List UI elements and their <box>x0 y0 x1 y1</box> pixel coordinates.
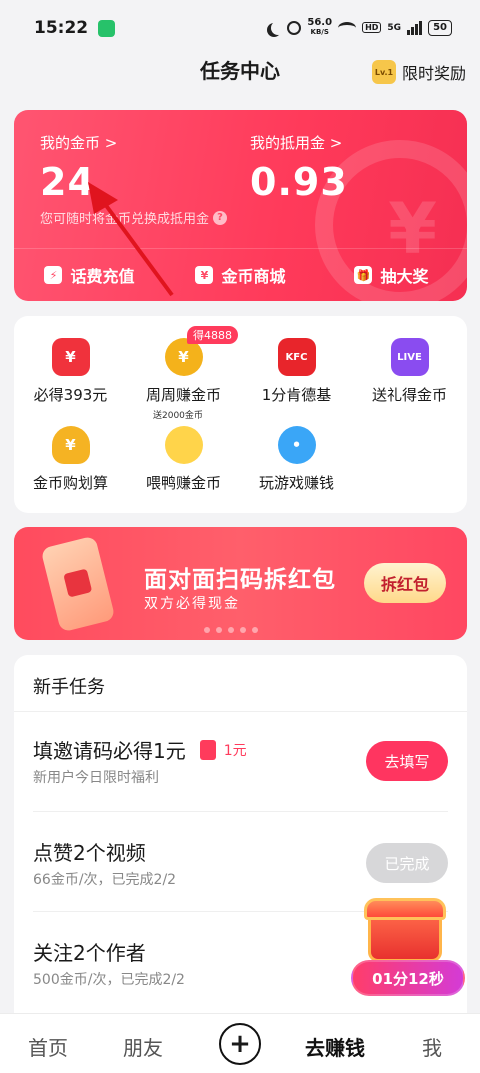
divider <box>14 711 467 712</box>
phone-illustration-icon <box>40 535 116 633</box>
nav-home[interactable]: 首页 <box>28 1032 68 1061</box>
grid-item-label: 必得393元 <box>33 386 108 404</box>
signal-icon <box>407 20 423 35</box>
grid-badge: 送2000金币 <box>153 411 203 421</box>
coin-actions: ⚡ 话费充值 ¥ 金币商城 🎁 抽大奖 <box>14 248 467 301</box>
grid-item-label: 玩游戏赚钱 <box>258 474 334 492</box>
grid-item-gift-coins[interactable]: LIVE 送礼得金币 <box>353 338 466 405</box>
grid-item-label: 送礼得金币 <box>371 386 447 404</box>
lucky-draw-button[interactable]: 🎁 抽大奖 <box>316 263 467 287</box>
grid-item-weekly-coins[interactable]: ¥ 得4888 周周赚金币 <box>127 326 240 405</box>
limited-reward-label: 限时奖励 <box>401 64 466 83</box>
status-bar: 15:22 56.0 KB/S HD 5G 50 <box>0 0 480 56</box>
my-coins-link[interactable]: 我的金币 > <box>40 132 117 153</box>
nav-earn-money[interactable]: 去赚钱 <box>305 1032 365 1061</box>
open-red-packet-button[interactable]: 拆红包 <box>364 563 446 603</box>
task-invite-code: 填邀请码必得1元 1元 新用户今日限时福利 去填写 <box>33 735 448 835</box>
grid-item-label: 周周赚金币 <box>145 386 221 404</box>
help-icon[interactable]: ? <box>213 210 228 225</box>
network-speed: 56.0 KB/S <box>307 17 333 37</box>
nav-me[interactable]: 我 <box>422 1032 442 1061</box>
message-app-icon <box>98 19 116 37</box>
money-bag-icon: ¥ <box>51 426 90 464</box>
bottom-nav: 首页 朋友 + 去赚钱 我 <box>0 1013 480 1073</box>
feature-grid: ¥ 必得393元 ¥ 得4888 周周赚金币 KFC 1分肯德基 LIVE 送礼… <box>14 316 467 513</box>
grid-item-coin-bargain[interactable]: ¥ 金币购划算 <box>14 426 127 493</box>
alarm-icon <box>287 20 302 35</box>
task-title: 关注2个作者 <box>33 941 146 965</box>
task-reward: 1元 <box>223 742 247 759</box>
ticket-icon: ¥ <box>195 266 214 284</box>
coin-hint-text: 您可随时将金币兑换成抵用金 <box>40 212 210 227</box>
grid-item-label: 喂鸭赚金币 <box>145 474 221 492</box>
kfc-icon: KFC <box>277 338 316 376</box>
grid-item-guaranteed-393[interactable]: ¥ 必得393元 <box>14 338 127 405</box>
treasure-chest-icon[interactable] <box>358 898 458 968</box>
divider <box>33 811 448 812</box>
level-badge-icon: Lv.1 <box>371 60 396 84</box>
live-icon: LIVE <box>390 338 429 376</box>
limited-reward-button[interactable]: Lv.1 限时奖励 <box>371 60 466 84</box>
coin-mall-label: 金币商城 <box>221 267 286 286</box>
my-coins-value[interactable]: 24 <box>40 160 95 204</box>
status-time: 15:22 <box>34 18 89 38</box>
do-not-disturb-icon <box>271 21 285 35</box>
grid-item-play-games[interactable]: • 玩游戏赚钱 <box>240 426 353 493</box>
header: 任务中心 Lv.1 限时奖励 <box>0 56 480 112</box>
chest-countdown-timer[interactable]: 01分12秒 <box>351 960 465 996</box>
fill-invite-code-button[interactable]: 去填写 <box>366 741 448 781</box>
coin-hint: 您可随时将金币兑换成抵用金 ? <box>40 208 228 227</box>
network-type: 5G <box>387 22 402 33</box>
status-indicators: 56.0 KB/S HD 5G 50 <box>267 18 452 37</box>
coin-card: ¥ 我的金币 > 24 我的抵用金 > 0.93 您可随时将金币兑换成抵用金 ?… <box>14 110 467 301</box>
task-title: 填邀请码必得1元 1元 <box>33 735 247 764</box>
wifi-icon <box>338 21 357 34</box>
red-packet-icon <box>199 739 216 760</box>
task-subtitle: 新用户今日限时福利 <box>33 770 159 786</box>
grid-item-label: 金币购划算 <box>32 474 108 492</box>
lightning-icon: ⚡ <box>44 266 63 284</box>
tasks-section-title: 新手任务 <box>33 677 105 698</box>
grid-item-feed-duck[interactable]: 送2000金币 喂鸭赚金币 <box>127 411 240 493</box>
coin-mall-button[interactable]: ¥ 金币商城 <box>165 263 316 287</box>
create-plus-button[interactable]: + <box>219 1023 261 1065</box>
nav-friends[interactable]: 朋友 <box>123 1032 163 1061</box>
duck-icon <box>164 426 203 464</box>
task-subtitle: 66金币/次，已完成2/2 <box>33 872 177 888</box>
grid-item-kfc[interactable]: KFC 1分肯德基 <box>240 338 353 405</box>
grid-item-label: 1分肯德基 <box>261 386 332 404</box>
phone-recharge-button[interactable]: ⚡ 话费充值 <box>14 263 165 287</box>
banner-subtitle: 双方必得现金 <box>144 596 240 612</box>
red-envelope-icon: ¥ <box>51 338 90 376</box>
gift-icon: 🎁 <box>354 266 373 284</box>
grid-badge: 得4888 <box>187 326 238 344</box>
hd-icon: HD <box>362 22 382 33</box>
scan-red-packet-banner[interactable]: 面对面扫码拆红包 双方必得现金 拆红包 <box>14 527 467 640</box>
phone-recharge-label: 话费充值 <box>70 267 135 286</box>
carousel-indicator <box>204 627 258 633</box>
lucky-draw-label: 抽大奖 <box>380 267 429 286</box>
red-packet-icon <box>63 568 93 598</box>
task-title: 点赞2个视频 <box>33 841 146 865</box>
banner-title: 面对面扫码拆红包 <box>144 567 336 593</box>
battery-icon: 50 <box>428 19 452 36</box>
task-completed-button[interactable]: 已完成 <box>366 843 448 883</box>
my-deduction-link[interactable]: 我的抵用金 > <box>250 132 342 153</box>
my-deduction-value[interactable]: 0.93 <box>250 160 348 204</box>
game-controller-icon: • <box>277 426 316 464</box>
task-title-text: 填邀请码必得1元 <box>33 739 186 763</box>
task-subtitle: 500金币/次，已完成2/2 <box>33 972 185 988</box>
